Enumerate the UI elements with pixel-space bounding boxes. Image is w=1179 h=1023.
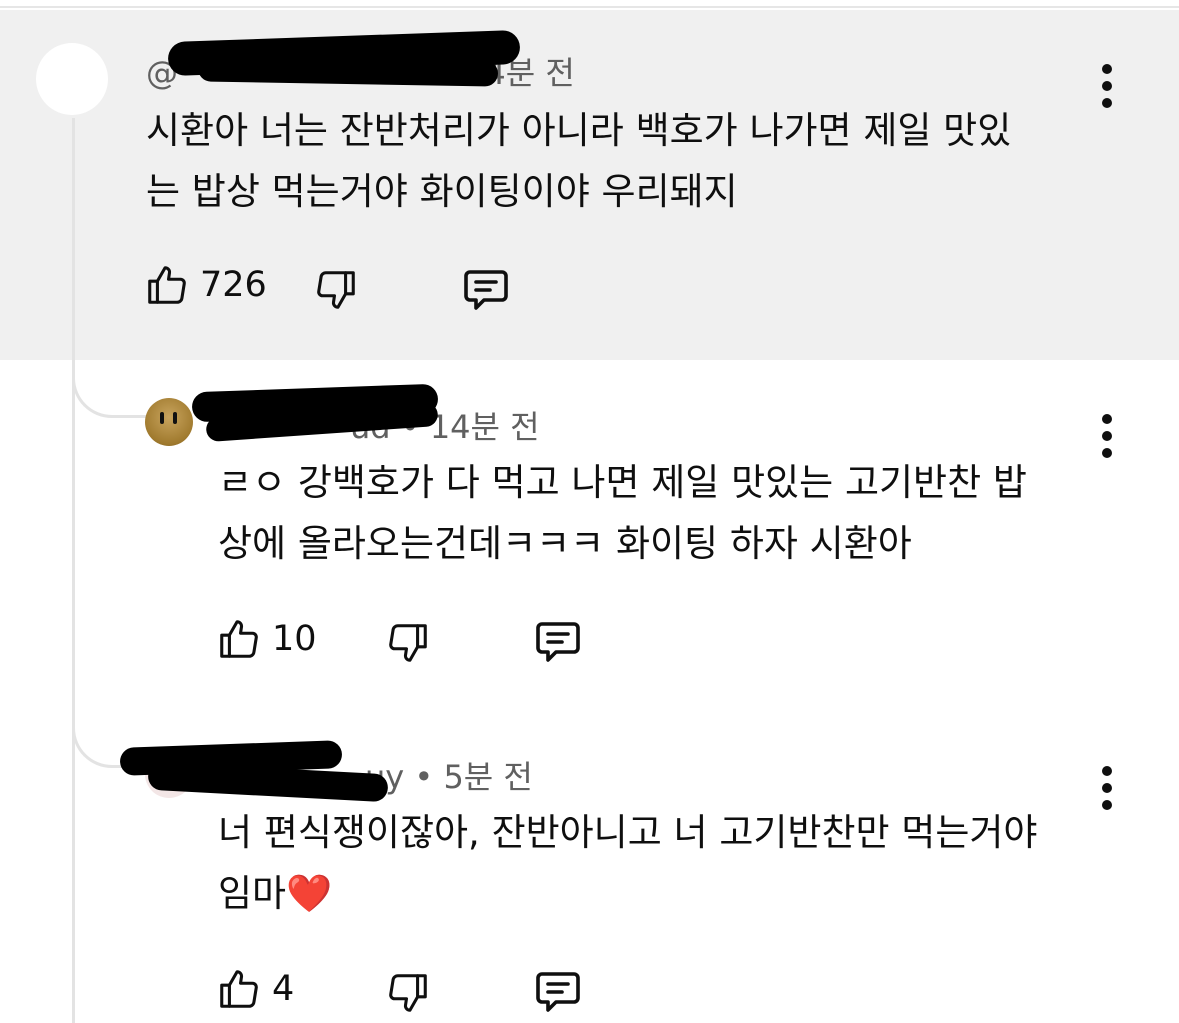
comment-text: 너 편식쟁이잖아, 잔반아니고 너 고기반찬만 먹는거야 임마❤️ [218, 802, 1118, 924]
reply-comment: ud • 14분 전 ㄹㅇ 강백호가 다 먹고 나면 제일 맛있는 고기반찬 밥… [0, 370, 1179, 700]
like-button[interactable]: 726 [144, 262, 267, 308]
reply-button[interactable] [460, 266, 512, 314]
avatar[interactable] [145, 398, 193, 446]
reply-comment: uy • 5분 전 너 편식쟁이잖아, 잔반아니고 너 고기반찬만 먹는거야 임… [0, 720, 1179, 1023]
like-count: 4 [272, 969, 295, 1009]
thumbs-down-icon [317, 271, 355, 309]
dislike-button[interactable] [385, 970, 431, 1016]
reply-button[interactable] [532, 968, 584, 1016]
like-button[interactable]: 10 [216, 616, 317, 662]
comment-text: 시환아 너는 잔반처리가 아니라 백호가 나가면 제일 맛있 는 밥상 먹는거야… [146, 100, 1096, 222]
like-count: 10 [272, 619, 317, 659]
separator: • [414, 758, 434, 796]
comment-text: ㄹㅇ 강백호가 다 먹고 나면 제일 맛있는 고기반찬 밥 상에 올라오는건데ㅋ… [218, 452, 1118, 574]
comment-text-line: 시환아 너는 잔반처리가 아니라 백호가 나가면 제일 맛있 [146, 109, 1012, 152]
comment-highlighted: @• 34분 전 시환아 너는 잔반처리가 아니라 백호가 나가면 제일 맛있 … [0, 10, 1179, 360]
reply-comment-icon [536, 622, 580, 662]
comment-text-line: 는 밥상 먹는거야 화이팅이야 우리돼지 [146, 170, 738, 213]
comment-text-line: 너 편식쟁이잖아, 잔반아니고 너 고기반찬만 먹는거야 [218, 811, 1038, 854]
dislike-button[interactable] [385, 620, 431, 666]
thumbs-down-icon [389, 624, 427, 662]
reply-button[interactable] [532, 618, 584, 666]
top-divider [0, 0, 1179, 8]
timestamp[interactable]: 5분 전 [443, 758, 532, 796]
comment-text-line: 임마 [218, 872, 287, 915]
timestamp[interactable]: 14분 전 [430, 408, 540, 446]
reply-comment-icon [536, 972, 580, 1012]
thumbs-up-icon [220, 620, 258, 658]
more-options-icon[interactable] [1101, 64, 1113, 108]
thumbs-down-icon [389, 974, 427, 1012]
comment-text-line: 상에 올라오는건데ㅋㅋㅋ 화이팅 하자 시환아 [218, 522, 912, 565]
reply-comment-icon [464, 270, 508, 310]
heart-emoji: ❤️ [286, 872, 333, 915]
like-count: 726 [200, 265, 267, 305]
redaction-mark [197, 55, 499, 87]
avatar[interactable] [36, 43, 108, 115]
dislike-button[interactable] [313, 267, 359, 313]
thumbs-up-icon [220, 970, 258, 1008]
like-button[interactable]: 4 [216, 966, 294, 1012]
comment-text-line: ㄹㅇ 강백호가 다 먹고 나면 제일 맛있는 고기반찬 밥 [218, 461, 1027, 504]
thumbs-up-icon [148, 266, 186, 304]
